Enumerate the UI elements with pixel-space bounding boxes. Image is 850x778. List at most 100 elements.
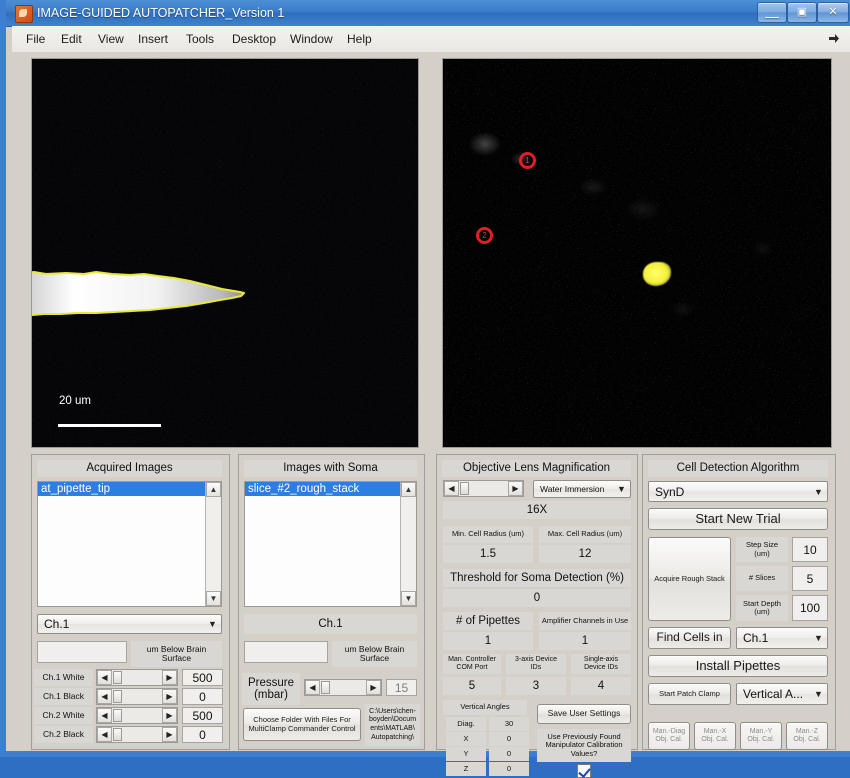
patch-mode-popup[interactable]: Vertical A... ▼ <box>736 683 828 705</box>
listbox-scrollbar[interactable]: ▲ ▼ <box>205 482 221 606</box>
list-item[interactable]: at_pipette_tip <box>38 482 221 496</box>
slider-right-arrow-icon[interactable]: ▶ <box>162 689 177 704</box>
slider-right-arrow-icon[interactable]: ▶ <box>366 680 381 695</box>
man-x-obj-cal-button[interactable]: Man.-X Obj. Cal. <box>694 722 736 750</box>
slider-thumb[interactable] <box>113 671 122 684</box>
man-diag-obj-cal-button[interactable]: Man.-Diag Obj. Cal. <box>648 722 690 750</box>
pressure-value[interactable]: 15 <box>386 679 417 696</box>
amplifier-channels-value[interactable]: 1 <box>539 632 631 650</box>
ch2-white-slider[interactable]: ◀ ▶ <box>96 707 178 724</box>
menu-item-edit[interactable]: Edit <box>55 30 88 48</box>
slice-count-value[interactable]: 5 <box>792 566 828 591</box>
angle-x-value[interactable]: 0 <box>489 732 529 746</box>
immersion-popup[interactable]: Water Immersion ▼ <box>533 480 631 498</box>
algorithm-popup[interactable]: SynD ▼ <box>648 481 828 502</box>
menu-item-file[interactable]: File <box>20 30 51 48</box>
soma-images-listbox[interactable]: slice_#2_rough_stack ▲ ▼ <box>244 481 417 607</box>
com-port-value[interactable]: 5 <box>443 677 501 695</box>
ch1-white-slider[interactable]: ◀ ▶ <box>96 669 178 686</box>
ch2-white-value[interactable]: 500 <box>182 707 223 724</box>
soma-depth-value[interactable] <box>244 641 328 663</box>
scroll-up-icon[interactable]: ▲ <box>206 482 221 497</box>
slider-right-arrow-icon[interactable]: ▶ <box>162 670 177 685</box>
scroll-up-icon[interactable]: ▲ <box>401 482 416 497</box>
chevron-down-icon: ▼ <box>204 615 221 633</box>
scroll-down-icon[interactable]: ▼ <box>401 591 416 606</box>
three-axis-ids-value[interactable]: 3 <box>506 677 566 695</box>
step-size-value[interactable]: 10 <box>792 537 828 562</box>
ch1-black-slider[interactable]: ◀ ▶ <box>96 688 178 705</box>
magnification-slider[interactable]: ◀ ▶ <box>443 480 524 497</box>
acquired-channel-popup[interactable]: Ch.1 ▼ <box>37 614 222 634</box>
acquired-depth-value[interactable] <box>37 641 127 663</box>
window-title: IMAGE-GUIDED AUTOPATCHER_Version 1 <box>37 4 284 22</box>
man-z-obj-cal-button[interactable]: Man.-Z Obj. Cal. <box>786 722 828 750</box>
single-axis-ids-value[interactable]: 4 <box>571 677 631 695</box>
menu-item-tools[interactable]: Tools <box>180 30 220 48</box>
slider-left-arrow-icon[interactable]: ◀ <box>97 689 112 704</box>
pipette-count-value[interactable]: 1 <box>443 632 533 650</box>
acquired-images-listbox[interactable]: at_pipette_tip ▲ ▼ <box>37 481 222 607</box>
patch-mode-value: Vertical A... <box>737 687 810 701</box>
cell-detection-panel: Cell Detection Algorithm SynD ▼ Start Ne… <box>642 454 836 750</box>
start-depth-value[interactable]: 100 <box>792 595 828 621</box>
angle-y-value[interactable]: 0 <box>489 747 529 761</box>
soma-threshold-value[interactable]: 0 <box>443 589 631 607</box>
angle-diag-value[interactable]: 30 <box>489 717 529 731</box>
cell-marker-1[interactable]: 1 <box>519 152 536 169</box>
install-pipettes-button[interactable]: Install Pipettes <box>648 655 828 677</box>
list-item[interactable]: slice_#2_rough_stack <box>245 482 416 496</box>
menu-item-desktop[interactable]: Desktop <box>226 30 282 48</box>
acquired-channel-value: Ch.1 <box>38 617 204 631</box>
slider-right-arrow-icon[interactable]: ▶ <box>162 708 177 723</box>
acquire-rough-stack-button[interactable]: Acquire Rough Stack <box>648 537 731 621</box>
slider-thumb[interactable] <box>113 709 122 722</box>
scroll-down-icon[interactable]: ▼ <box>206 591 221 606</box>
ch2-black-slider[interactable]: ◀ ▶ <box>96 726 178 743</box>
choose-folder-button[interactable]: Choose Folder With Files For MultiClamp … <box>243 708 361 741</box>
slider-thumb[interactable] <box>321 681 330 694</box>
man-y-obj-cal-button[interactable]: Man.-Y Obj. Cal. <box>740 722 782 750</box>
vertical-angles-label: Vertical Angles <box>443 700 527 715</box>
slider-left-arrow-icon[interactable]: ◀ <box>97 670 112 685</box>
min-radius-value[interactable]: 1.5 <box>443 545 533 563</box>
max-radius-value[interactable]: 12 <box>539 545 631 563</box>
menu-item-help[interactable]: Help <box>341 30 378 48</box>
slider-left-arrow-icon[interactable]: ◀ <box>305 680 320 695</box>
ch2-white-label: Ch.2 White <box>34 707 93 724</box>
slider-right-arrow-icon[interactable]: ▶ <box>508 481 523 496</box>
reuse-calibration-checkbox[interactable] <box>577 764 591 778</box>
menu-item-window[interactable]: Window <box>284 30 339 48</box>
angle-z-value[interactable]: 0 <box>489 762 529 776</box>
acquired-images-panel: Acquired Images at_pipette_tip ▲ ▼ Ch.1 … <box>31 454 230 750</box>
start-patch-clamp-button[interactable]: Start Patch Clamp <box>648 683 731 705</box>
start-new-trial-button[interactable]: Start New Trial <box>648 508 828 530</box>
save-user-settings-button[interactable]: Save User Settings <box>537 704 631 724</box>
ch1-black-value[interactable]: 0 <box>182 688 223 705</box>
listbox-scrollbar[interactable]: ▲ ▼ <box>400 482 416 606</box>
slider-right-arrow-icon[interactable]: ▶ <box>162 727 177 742</box>
maximize-button[interactable]: ▣ <box>787 2 817 23</box>
slider-thumb[interactable] <box>113 728 122 741</box>
menu-item-view[interactable]: View <box>92 30 130 48</box>
pressure-slider[interactable]: ◀ ▶ <box>304 679 382 696</box>
minimize-button[interactable]: — <box>757 2 787 23</box>
slider-left-arrow-icon[interactable]: ◀ <box>444 481 459 496</box>
slice-image-axes[interactable]: 1 2 <box>442 58 832 448</box>
cell-marker-2[interactable]: 2 <box>476 227 493 244</box>
find-cells-channel-popup[interactable]: Ch.1 ▼ <box>736 627 828 649</box>
close-button[interactable]: ✕ <box>817 2 849 23</box>
ch1-white-value[interactable]: 500 <box>182 669 223 686</box>
scale-bar-label: 20 um <box>59 395 91 407</box>
chevron-down-icon: ▼ <box>810 628 827 648</box>
slider-left-arrow-icon[interactable]: ◀ <box>97 708 112 723</box>
slider-thumb[interactable] <box>460 482 469 495</box>
ch2-black-value[interactable]: 0 <box>182 726 223 743</box>
toolbar-toggle-arrow-icon[interactable] <box>828 33 840 45</box>
magnification-value: 16X <box>443 501 631 519</box>
menu-item-insert[interactable]: Insert <box>132 30 174 48</box>
slider-left-arrow-icon[interactable]: ◀ <box>97 727 112 742</box>
find-cells-button[interactable]: Find Cells in <box>648 627 731 649</box>
slider-thumb[interactable] <box>113 690 122 703</box>
pipette-image-axes[interactable]: 20 um <box>31 58 419 448</box>
